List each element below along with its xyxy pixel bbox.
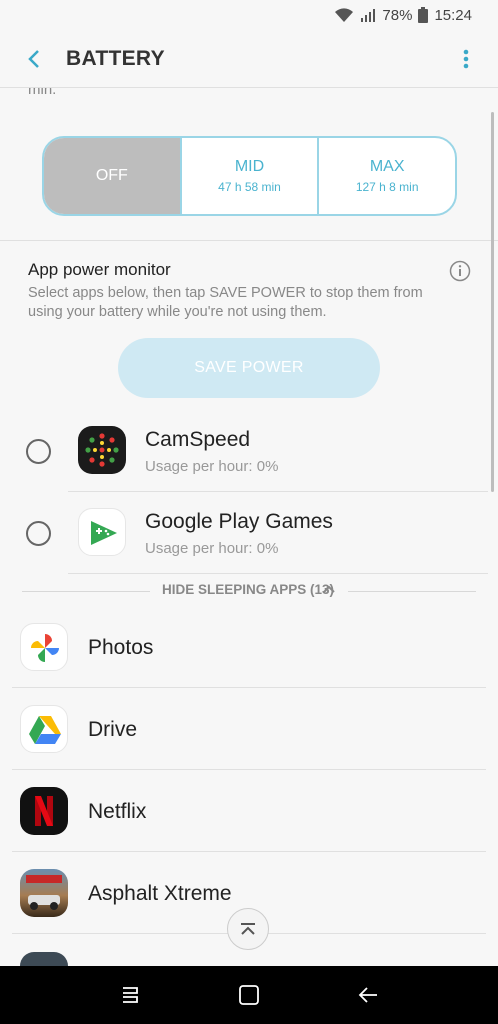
power-saving-mode-selector: OFF MID 47 h 58 min MAX 127 h 8 min	[42, 136, 457, 216]
mode-max-option[interactable]: MAX 127 h 8 min	[319, 138, 455, 214]
save-power-button[interactable]: SAVE POWER	[118, 338, 380, 398]
wifi-icon	[335, 8, 354, 22]
back-arrow-icon	[28, 49, 39, 68]
scrollbar[interactable]	[491, 112, 494, 492]
app-name: Netflix	[88, 800, 147, 823]
battery-percent: 78%	[382, 6, 413, 24]
page-title: BATTERY	[66, 46, 165, 70]
app-name: Google Play Games	[145, 510, 333, 533]
mode-mid-option[interactable]: MID 47 h 58 min	[182, 138, 320, 214]
back-nav-icon	[359, 987, 378, 1003]
chevron-up-icon	[323, 585, 335, 593]
sleeping-app-row-drive[interactable]: Drive	[0, 688, 498, 770]
recents-icon	[122, 987, 138, 1003]
info-icon[interactable]	[449, 260, 471, 282]
back-nav-button[interactable]	[348, 975, 388, 1015]
app-row-google-play-games[interactable]: Google Play Games Usage per hour: 0%	[0, 492, 498, 574]
divider-line	[348, 591, 476, 592]
app-usage: Usage per hour: 0%	[145, 458, 279, 475]
mode-time-estimate: 127 h 8 min	[355, 180, 419, 194]
drive-app-icon	[20, 705, 68, 753]
app-name: Asphalt Xtreme	[88, 882, 232, 905]
app-name: Photos	[88, 636, 154, 659]
more-vert-icon	[463, 49, 469, 68]
home-icon	[239, 985, 259, 1005]
partial-description: min.	[28, 88, 57, 98]
app-name: CamSpeed	[145, 428, 251, 451]
app-usage: Usage per hour: 0%	[145, 540, 279, 557]
mode-label: OFF	[95, 167, 128, 184]
mode-label: MAX	[369, 158, 405, 175]
content-area[interactable]: min. OFF MID 47 h 58 min MAX 127 h 8 min…	[0, 88, 498, 966]
home-button[interactable]	[229, 975, 269, 1015]
netflix-app-icon	[20, 787, 68, 835]
mode-time-estimate: 47 h 58 min	[218, 180, 281, 194]
sleeping-app-row-netflix[interactable]: Netflix	[0, 770, 498, 852]
camspeed-app-icon	[78, 426, 126, 474]
recents-button[interactable]	[110, 975, 150, 1015]
section-divider	[0, 240, 498, 241]
mode-label: MID	[234, 158, 265, 175]
battery-icon	[418, 7, 429, 23]
photos-app-icon	[20, 623, 68, 671]
section-title: App power monitor	[28, 260, 171, 279]
back-button[interactable]	[12, 37, 56, 81]
app-row-camspeed[interactable]: CamSpeed Usage per hour: 0%	[0, 410, 498, 492]
select-radio[interactable]	[26, 439, 51, 464]
hide-sleeping-apps-label: HIDE SLEEPING APPS (13)	[162, 582, 335, 597]
asphalt-app-icon	[20, 869, 68, 917]
scroll-to-top-button[interactable]	[227, 908, 269, 950]
section-description: Select apps below, then tap SAVE POWER t…	[28, 285, 423, 320]
status-bar: 78% 15:24	[0, 0, 498, 30]
hide-sleeping-apps-toggle[interactable]: HIDE SLEEPING APPS (13)	[0, 578, 498, 604]
scroll-to-top-icon	[241, 923, 255, 935]
clock: 15:24	[434, 6, 472, 24]
divider-line	[22, 591, 150, 592]
sleeping-app-row-photos[interactable]: Photos	[0, 606, 498, 688]
next-app-icon	[20, 952, 68, 966]
row-divider	[68, 573, 488, 574]
play-games-app-icon	[78, 508, 126, 556]
app-bar: BATTERY	[0, 30, 498, 88]
more-options-button[interactable]	[448, 37, 484, 81]
mode-off-option[interactable]: OFF	[44, 138, 182, 214]
navigation-bar	[0, 966, 498, 1024]
signal-icon	[361, 9, 376, 22]
app-name: Drive	[88, 718, 138, 741]
select-radio[interactable]	[26, 521, 51, 546]
